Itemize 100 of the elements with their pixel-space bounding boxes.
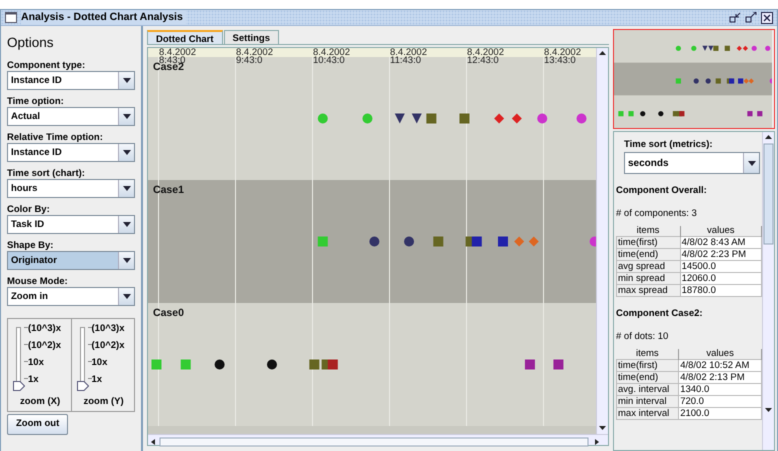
dropdown[interactable]: seconds bbox=[624, 152, 760, 174]
dropdown[interactable]: Instance ID bbox=[7, 143, 135, 162]
caret-icon bbox=[122, 114, 130, 120]
section-title: Component Case2: bbox=[616, 307, 704, 322]
horizontal-scrollbar[interactable] bbox=[148, 434, 608, 445]
data-point bbox=[528, 236, 539, 246]
data-point bbox=[151, 360, 162, 370]
tick-label: (10^2)x bbox=[92, 339, 125, 354]
time-label: 8.4.2002 9:43:0 bbox=[236, 48, 273, 66]
caret-icon bbox=[122, 294, 130, 300]
dropdown[interactable]: Originator bbox=[7, 251, 135, 270]
maximize-icon[interactable] bbox=[745, 12, 757, 23]
field-label: Mouse Mode: bbox=[7, 275, 69, 288]
dropdown[interactable]: Actual bbox=[7, 107, 135, 126]
data-point bbox=[318, 114, 328, 124]
table-cell: min spread bbox=[616, 272, 680, 285]
field-label: Time option: bbox=[7, 95, 65, 108]
time-label: 8.4.2002 13:43:0 bbox=[544, 48, 581, 66]
table-cell: time(end) bbox=[616, 372, 679, 384]
field-label: Time sort (chart): bbox=[7, 167, 86, 180]
zoom-out-button[interactable]: Zoom out bbox=[7, 414, 68, 434]
window-icon bbox=[5, 12, 17, 23]
slider-thumb[interactable] bbox=[13, 378, 25, 388]
table-cell: 18780.0 bbox=[680, 284, 762, 297]
window-title: Analysis - Dotted Chart Analysis bbox=[21, 10, 186, 26]
data-point bbox=[214, 360, 225, 370]
slider-thumb[interactable] bbox=[76, 378, 88, 388]
caret-icon bbox=[122, 150, 130, 156]
table-cell: max spread bbox=[616, 284, 680, 297]
data-point bbox=[494, 114, 504, 124]
table-cell: 1340.0 bbox=[678, 384, 762, 396]
data-point bbox=[180, 360, 191, 370]
caret-icon bbox=[122, 78, 130, 84]
field-label: Shape By: bbox=[7, 239, 54, 252]
data-point bbox=[459, 114, 470, 124]
vertical-scrollbar[interactable] bbox=[762, 132, 774, 450]
dropdown[interactable]: Task ID bbox=[7, 215, 135, 234]
tab[interactable]: Dotted Chart bbox=[147, 30, 223, 44]
data-point bbox=[412, 114, 422, 124]
tick-label: 10x bbox=[28, 356, 44, 370]
summary-text: # of dots: 10 bbox=[616, 330, 670, 344]
tick-label: 1x bbox=[28, 373, 39, 388]
data-point bbox=[328, 360, 338, 370]
panel-heading: Options bbox=[7, 34, 55, 52]
tick-label: 10x bbox=[92, 356, 108, 370]
table-cell: 2100.0 bbox=[678, 408, 762, 420]
data-point bbox=[590, 236, 596, 246]
vertical-scrollbar[interactable] bbox=[596, 48, 608, 434]
data-point bbox=[318, 236, 328, 246]
table-cell: 14500.0 bbox=[680, 260, 762, 273]
table-cell: avg. interval bbox=[616, 384, 679, 396]
data-point bbox=[498, 236, 508, 246]
time-label: 8.4.2002 11:43:0 bbox=[390, 48, 427, 66]
field-label: Color By: bbox=[7, 203, 51, 216]
tick-label: (10^2)x bbox=[28, 339, 62, 354]
dropdown[interactable]: hours bbox=[7, 179, 135, 198]
slider-caption: zoom (Y) bbox=[84, 395, 124, 409]
table-cell: 4/8/02 2:23 PM bbox=[680, 248, 762, 261]
field-label: Component type: bbox=[7, 59, 86, 72]
data-point bbox=[433, 236, 444, 246]
data-point bbox=[362, 114, 372, 124]
data-point bbox=[266, 360, 277, 370]
field-label: Relative Time option: bbox=[7, 131, 104, 144]
data-point bbox=[369, 236, 380, 246]
tick-label: 1x bbox=[92, 373, 102, 388]
tick-mark bbox=[24, 361, 28, 362]
data-point bbox=[426, 114, 436, 124]
caret-icon bbox=[748, 160, 756, 166]
dropdown[interactable]: Instance ID bbox=[7, 71, 135, 90]
caret-icon bbox=[122, 258, 130, 264]
data-point bbox=[394, 114, 405, 124]
data-point bbox=[524, 360, 535, 370]
tick-mark bbox=[24, 327, 28, 328]
data-point bbox=[514, 236, 524, 246]
tick-mark bbox=[24, 378, 28, 380]
table-cell: 12060.0 bbox=[680, 272, 762, 285]
dropdown[interactable]: Zoom in bbox=[7, 287, 135, 306]
data-point bbox=[553, 360, 564, 370]
table-cell: time(first) bbox=[616, 236, 680, 249]
data-point bbox=[512, 114, 522, 124]
summary-text: # of components: 3 bbox=[616, 206, 698, 220]
section-title: Component Overall: bbox=[616, 184, 708, 198]
tick-label: (10^3)x bbox=[92, 322, 125, 336]
table-cell: 4/8/02 10:52 AM bbox=[678, 360, 762, 372]
caret-icon bbox=[122, 222, 130, 228]
table-cell: 4/8/02 8:43 AM bbox=[680, 236, 762, 249]
table-cell: 720.0 bbox=[678, 396, 762, 408]
tick-mark bbox=[24, 344, 28, 346]
minimize-icon[interactable] bbox=[729, 12, 741, 23]
caret-icon bbox=[122, 186, 130, 192]
table-cell: min interval bbox=[616, 396, 679, 408]
tab[interactable]: Settings bbox=[224, 30, 280, 44]
table-cell: 4/8/02 2:13 PM bbox=[678, 372, 762, 384]
close-icon[interactable] bbox=[761, 12, 773, 24]
slider-caption: zoom (X) bbox=[20, 395, 60, 409]
tick-label: (10^3)x bbox=[28, 322, 62, 336]
table-cell: time(first) bbox=[616, 360, 679, 372]
time-label: 8.4.2002 12:43:0 bbox=[467, 48, 504, 66]
field-label: Time sort (metrics): bbox=[623, 138, 714, 152]
data-point bbox=[309, 360, 320, 370]
